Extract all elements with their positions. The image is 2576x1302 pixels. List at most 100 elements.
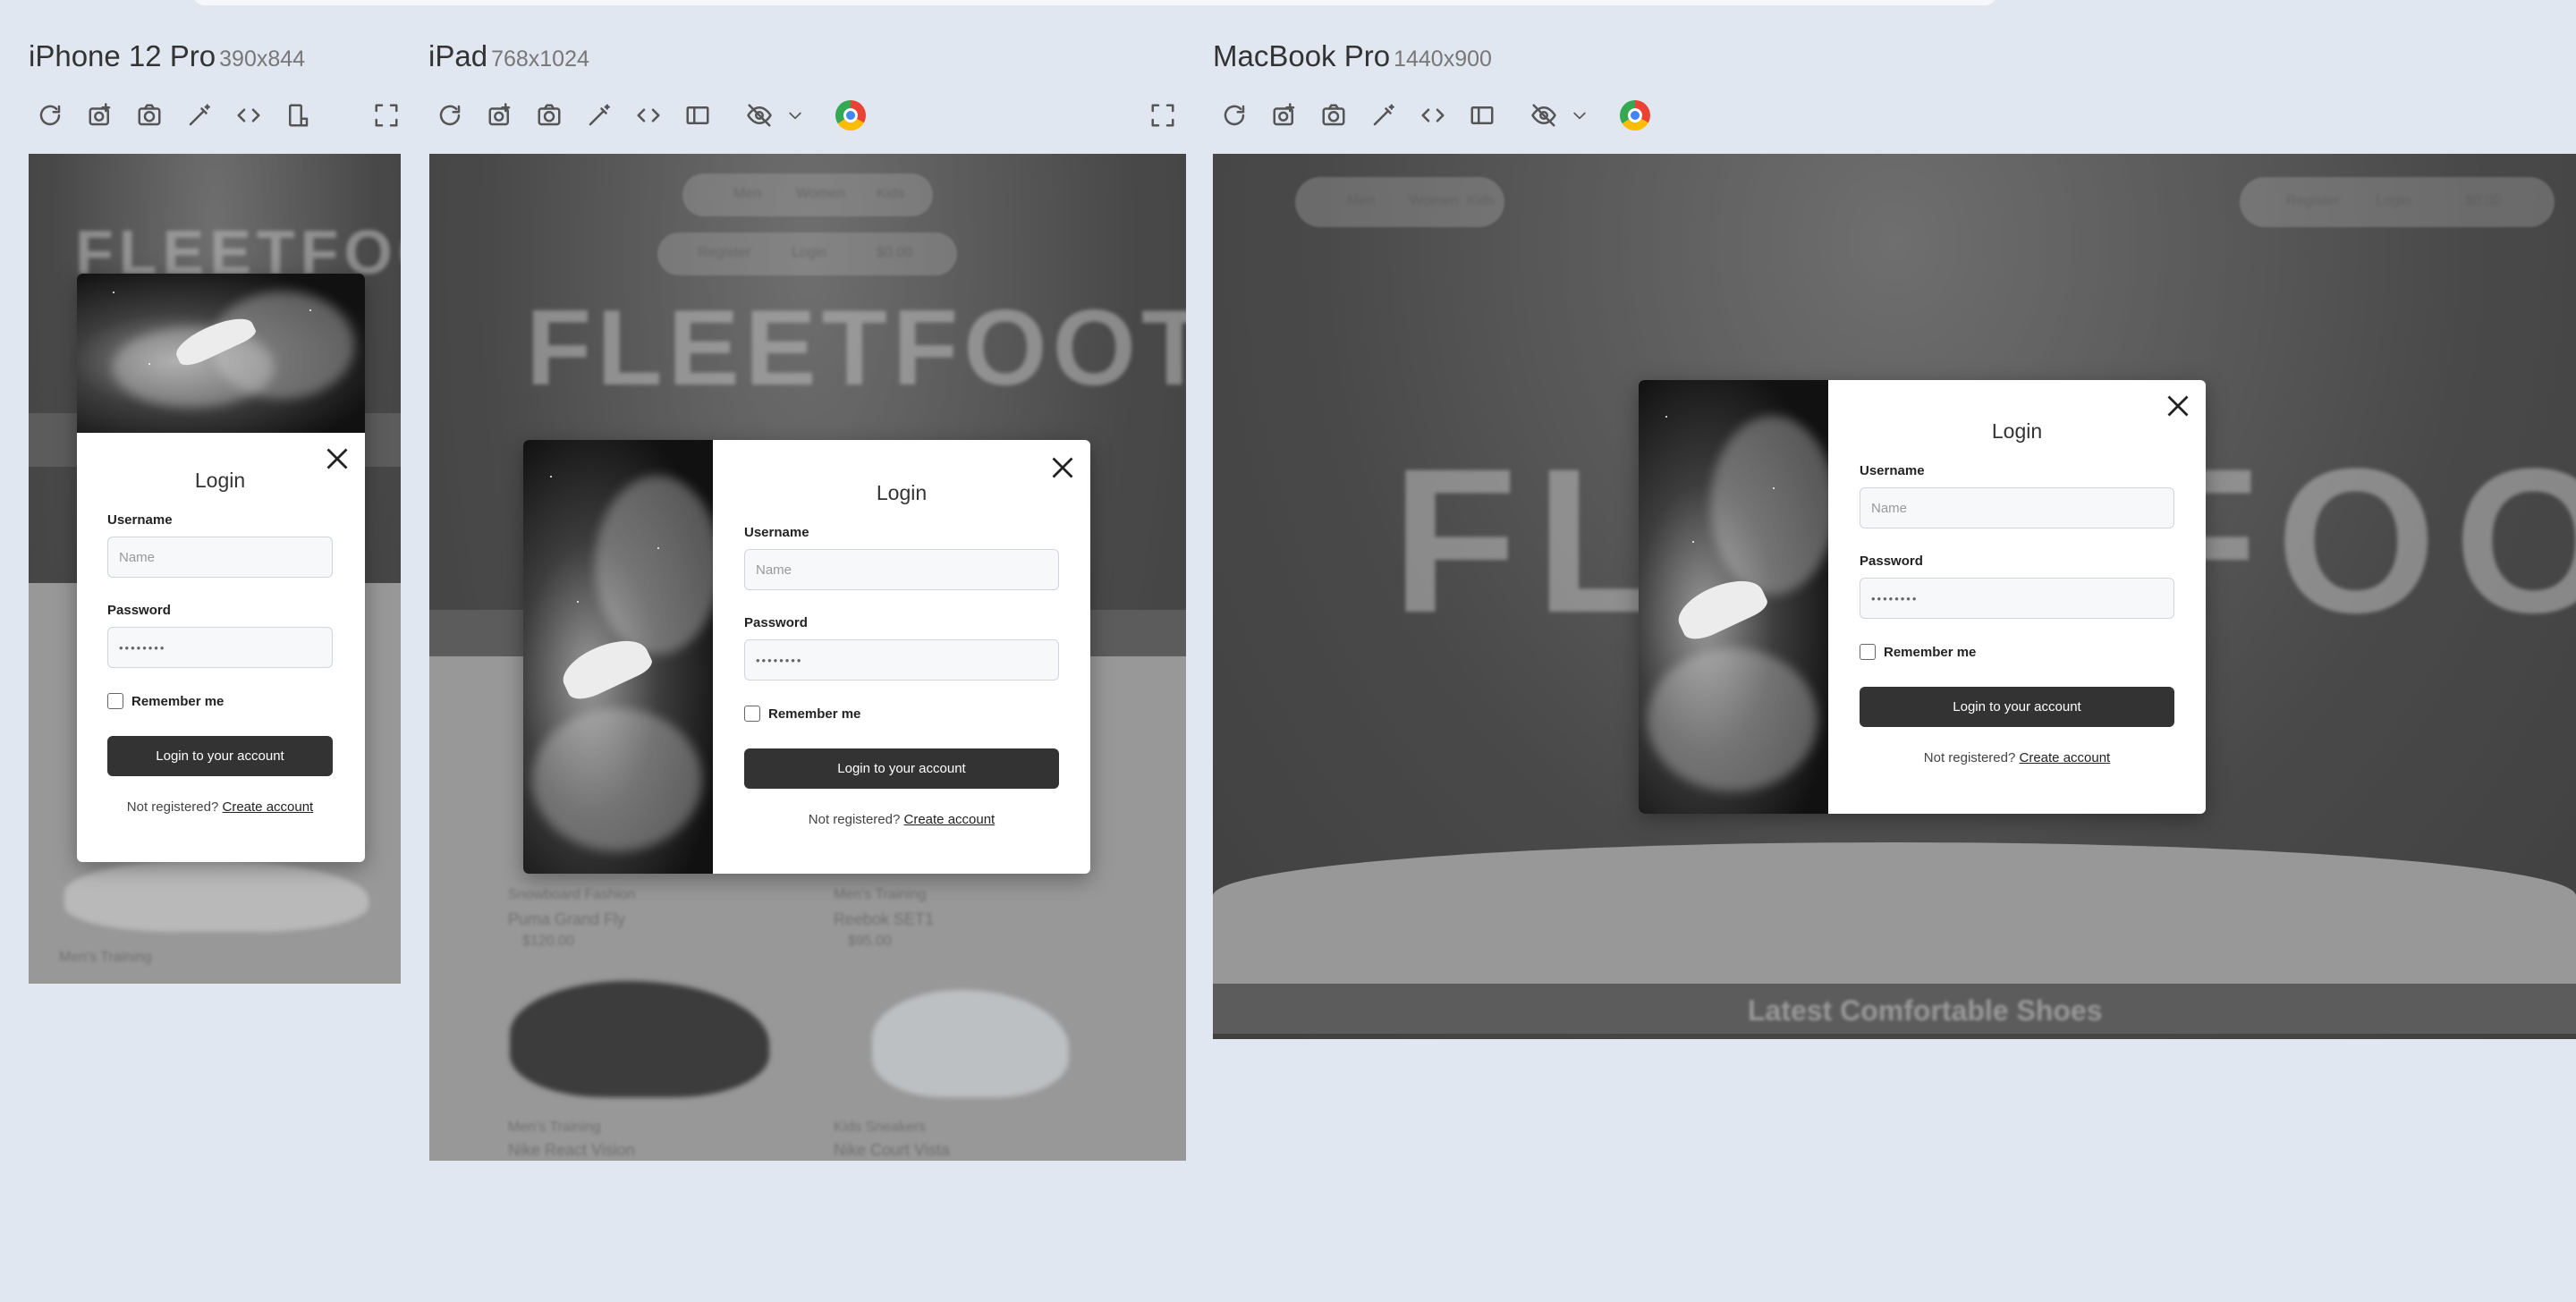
screenshot-full-icon <box>89 103 111 126</box>
rotate-device-icon <box>1470 106 1494 124</box>
create-account-link[interactable]: Create account <box>2020 750 2111 765</box>
close-icon <box>2167 395 2189 417</box>
fullscreen-button[interactable] <box>1143 96 1182 135</box>
password-label: Password <box>744 615 808 630</box>
fullscreen-icon <box>1151 104 1174 127</box>
refresh-button[interactable] <box>30 96 70 135</box>
code-icon <box>237 108 260 123</box>
remember-label: Remember me <box>1884 644 1977 660</box>
url-bar[interactable] <box>192 0 1997 5</box>
screenshot-full-button[interactable] <box>1265 96 1304 135</box>
rotate-button[interactable] <box>678 96 717 135</box>
close-icon <box>1052 457 1073 478</box>
code-icon <box>1421 108 1445 123</box>
login-submit-button[interactable]: Login to your account <box>107 736 333 776</box>
login-modal: Login Username Name Password •••••••• Re… <box>77 274 365 862</box>
remember-checkbox[interactable] <box>744 706 760 722</box>
wand-icon <box>589 104 610 126</box>
remember-checkbox[interactable] <box>1860 644 1876 660</box>
username-input[interactable]: Name <box>107 537 333 578</box>
device-name: iPhone 12 Pro <box>29 39 216 72</box>
remember-checkbox[interactable] <box>107 693 123 709</box>
chevron-down-icon <box>789 112 801 120</box>
refresh-icon <box>439 105 461 126</box>
register-prompt: Not registered? Create account <box>1860 750 2174 765</box>
register-text: Not registered? <box>126 799 219 815</box>
login-title: Login <box>1991 419 2043 443</box>
register-text: Not registered? <box>808 812 901 827</box>
code-button[interactable] <box>229 96 268 135</box>
wand-icon <box>1373 104 1394 126</box>
inspect-button[interactable] <box>180 96 219 135</box>
screenshot-full-icon <box>488 103 511 126</box>
create-account-link[interactable]: Create account <box>904 812 996 827</box>
username-input[interactable]: Name <box>744 549 1059 590</box>
close-button[interactable] <box>1049 454 1076 481</box>
login-title: Login <box>194 469 246 492</box>
password-input[interactable]: •••••••• <box>107 627 333 668</box>
inspect-button[interactable] <box>580 96 619 135</box>
color-blind-button[interactable] <box>1615 96 1655 135</box>
login-form: Login Username Name Password •••••••• Re… <box>744 481 1059 827</box>
fullscreen-icon <box>375 104 398 127</box>
hide-dropdown[interactable] <box>1560 96 1599 135</box>
fullscreen-button[interactable] <box>367 96 406 135</box>
rotate-device-icon <box>686 106 709 124</box>
rotate-button[interactable] <box>1462 96 1502 135</box>
register-prompt: Not registered? Create account <box>107 799 333 815</box>
screenshot-button[interactable] <box>530 96 569 135</box>
remember-label: Remember me <box>768 706 861 722</box>
username-input[interactable]: Name <box>1860 487 2174 528</box>
toolbar-ipad <box>430 96 895 135</box>
code-button[interactable] <box>629 96 668 135</box>
rotate-button[interactable] <box>278 96 318 135</box>
inspect-button[interactable] <box>1364 96 1403 135</box>
login-form: Login Username Name Password •••••••• Re… <box>107 469 333 815</box>
hide-dropdown[interactable] <box>775 96 815 135</box>
remember-row: Remember me <box>744 706 1059 722</box>
screenshot-button[interactable] <box>1314 96 1353 135</box>
device-name: MacBook Pro <box>1213 39 1391 72</box>
device-size: 390x844 <box>219 46 306 72</box>
register-prompt: Not registered? Create account <box>744 812 1059 827</box>
toolbar-iphone <box>30 96 406 135</box>
code-icon <box>637 108 660 123</box>
login-modal: Login Username Name Password •••••••• Re… <box>1639 380 2206 814</box>
device-header-macbook: MacBook Pro 1440x900 <box>1213 39 1492 73</box>
login-title: Login <box>876 481 928 504</box>
password-label: Password <box>1860 554 1923 569</box>
password-input[interactable]: •••••••• <box>744 639 1059 681</box>
login-submit-button[interactable]: Login to your account <box>744 748 1059 789</box>
remember-label: Remember me <box>131 693 225 709</box>
color-blind-icon <box>835 100 866 131</box>
password-input[interactable]: •••••••• <box>1860 578 2174 619</box>
modal-image <box>1639 380 1828 814</box>
color-blind-button[interactable] <box>831 96 870 135</box>
hide-icon <box>747 104 772 127</box>
register-text: Not registered? <box>1923 750 2016 765</box>
create-account-link[interactable]: Create account <box>223 799 314 815</box>
close-button[interactable] <box>2165 393 2191 419</box>
hide-button[interactable] <box>1524 96 1563 135</box>
refresh-button[interactable] <box>430 96 470 135</box>
device-name: iPad <box>428 39 488 72</box>
remember-row: Remember me <box>1860 644 2174 660</box>
screenshot-full-button[interactable] <box>480 96 520 135</box>
screenshot-button[interactable] <box>130 96 169 135</box>
hide-button[interactable] <box>740 96 779 135</box>
device-header-iphone: iPhone 12 Pro 390x844 <box>29 39 305 73</box>
viewport-ipad: Men Women Kids Register Login $0.00 FLEE… <box>429 154 1186 1161</box>
username-label: Username <box>107 512 173 528</box>
username-label: Username <box>744 525 809 540</box>
screenshot-full-button[interactable] <box>80 96 120 135</box>
device-header-ipad: iPad 768x1024 <box>428 39 589 73</box>
chevron-down-icon <box>1573 112 1586 120</box>
code-button[interactable] <box>1413 96 1453 135</box>
modal-image <box>77 274 365 433</box>
login-form: Login Username Name Password •••••••• Re… <box>1860 419 2174 765</box>
refresh-button[interactable] <box>1215 96 1254 135</box>
refresh-icon <box>1224 105 1245 126</box>
rotate-device-icon <box>289 104 309 127</box>
login-submit-button[interactable]: Login to your account <box>1860 687 2174 727</box>
camera-icon <box>1322 104 1345 126</box>
